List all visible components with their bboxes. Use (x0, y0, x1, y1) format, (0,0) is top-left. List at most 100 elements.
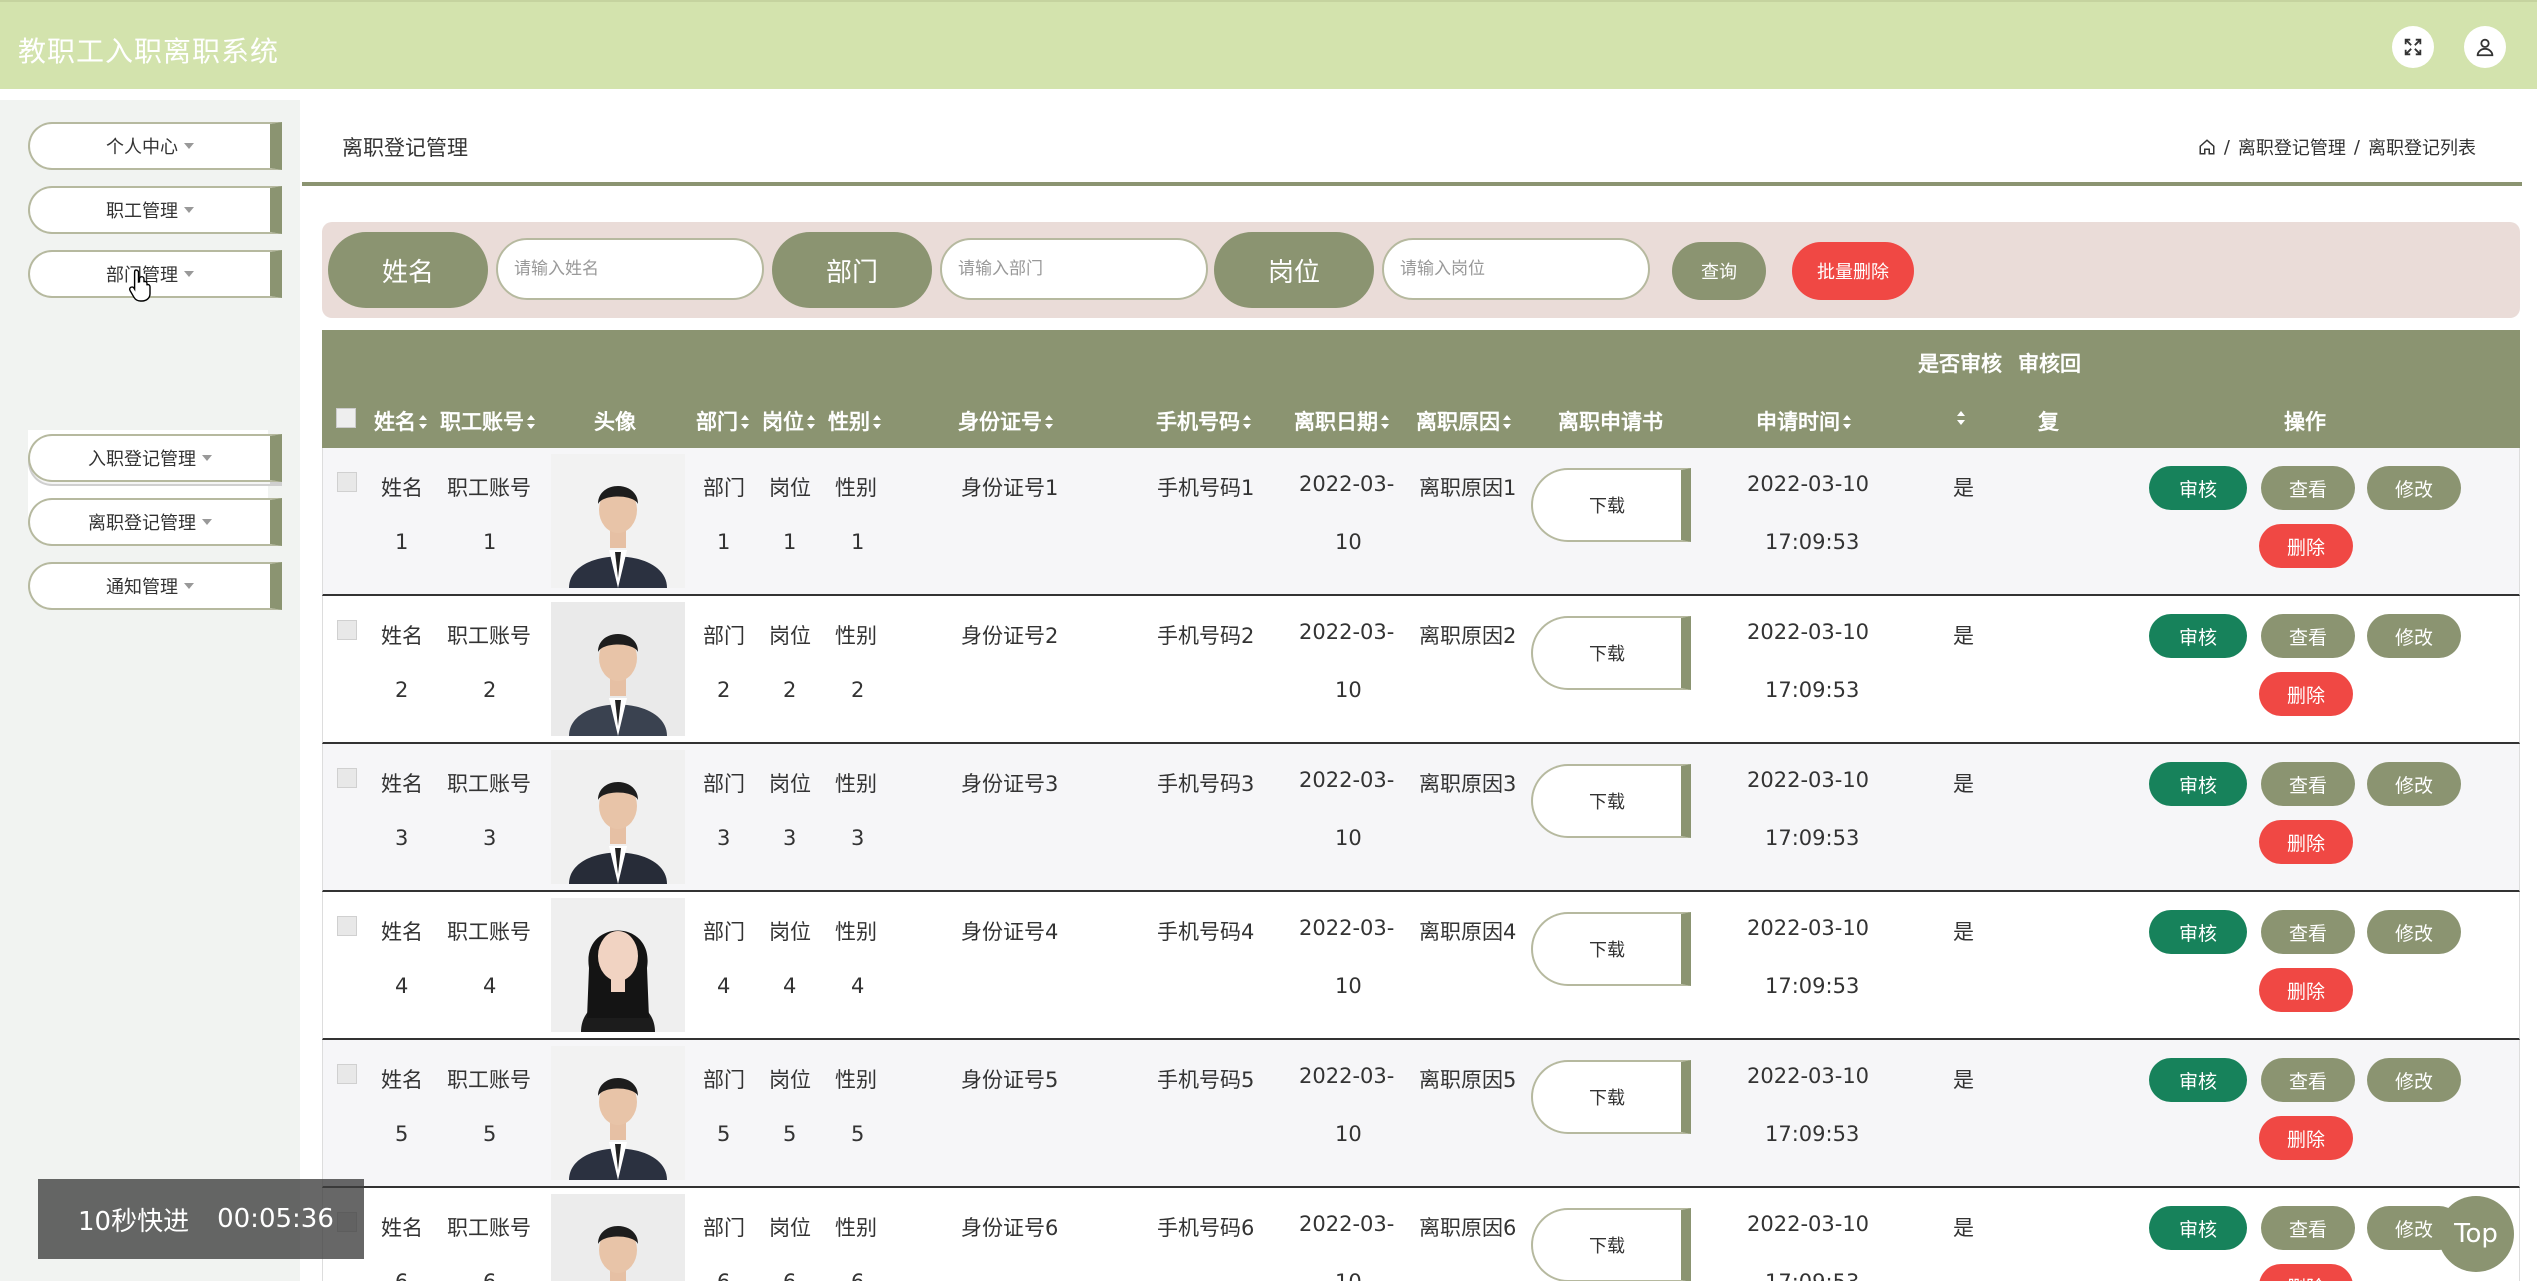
cell-apply-time: 17:09:53 (1765, 530, 1860, 554)
cell-post-index: 4 (783, 974, 797, 998)
select-all-checkbox[interactable] (336, 408, 356, 428)
header-leave-reason[interactable]: 离职原因 (1416, 406, 1512, 436)
row-checkbox[interactable] (337, 472, 357, 492)
row-checkbox[interactable] (337, 620, 357, 640)
sort-icon (1380, 411, 1390, 435)
delete-button[interactable]: 删除 (2259, 672, 2353, 716)
fullscreen-icon (2404, 38, 2422, 56)
audit-button[interactable]: 审核 (2149, 762, 2247, 806)
header-account[interactable]: 职工账号 (440, 406, 536, 436)
cell-post: 岗位 (769, 1216, 811, 1240)
batch-delete-button[interactable]: 批量删除 (1792, 242, 1914, 300)
sidebar-item-onboarding[interactable]: 入职登记管理 (28, 434, 282, 482)
delete-button[interactable]: 删除 (2259, 524, 2353, 568)
cell-leave-reason: 离职原因1 (1419, 476, 1517, 500)
user-profile-button[interactable] (2464, 26, 2506, 68)
cell-account-index: 5 (483, 1122, 497, 1146)
header-application: 离职申请书 (1558, 410, 1663, 434)
header-dept[interactable]: 部门 (696, 406, 750, 436)
edit-button[interactable]: 修改 (2367, 762, 2461, 806)
cell-dept-index: 6 (717, 1270, 730, 1281)
sidebar-item-notice[interactable]: 通知管理 (28, 562, 282, 610)
cell-name-index: 5 (395, 1122, 409, 1146)
header-leave-date[interactable]: 离职日期 (1294, 406, 1390, 436)
download-button[interactable]: 下载 (1531, 1208, 1691, 1281)
cell-leave-reason: 离职原因2 (1419, 624, 1517, 648)
audit-button[interactable]: 审核 (2149, 910, 2247, 954)
download-button[interactable]: 下载 (1531, 764, 1691, 838)
cell-account: 职工账号 (447, 772, 531, 796)
view-button[interactable]: 查看 (2261, 1206, 2355, 1250)
header-phone[interactable]: 手机号码 (1156, 406, 1252, 436)
cell-leave-date: 2022-03- (1299, 472, 1395, 496)
avatar[interactable] (551, 898, 685, 1032)
cell-gender-index: 5 (851, 1122, 865, 1146)
audit-button[interactable]: 审核 (2149, 466, 2247, 510)
cell-name-index: 3 (395, 826, 409, 850)
audit-button[interactable]: 审核 (2149, 614, 2247, 658)
download-button[interactable]: 下载 (1531, 616, 1691, 690)
person-photo-icon (551, 454, 685, 588)
view-button[interactable]: 查看 (2261, 614, 2355, 658)
avatar[interactable] (551, 454, 685, 588)
video-skip-overlay[interactable]: 10秒快进 00:05:36 (38, 1179, 364, 1259)
download-button[interactable]: 下载 (1531, 468, 1691, 542)
view-button[interactable]: 查看 (2261, 910, 2355, 954)
row-checkbox[interactable] (337, 768, 357, 788)
sidebar-item-dept-management[interactable]: 部门管理 (28, 250, 282, 298)
sidebar-item-resignation[interactable]: 离职登记管理 (28, 498, 282, 546)
cell-audited: 是 (1953, 772, 1974, 796)
header-name[interactable]: 姓名 (374, 406, 428, 436)
row-checkbox[interactable] (337, 916, 357, 936)
avatar[interactable] (551, 602, 685, 736)
view-button[interactable]: 查看 (2261, 762, 2355, 806)
sort-icon (1502, 411, 1512, 435)
download-button[interactable]: 下载 (1531, 1060, 1691, 1134)
row-checkbox[interactable] (337, 1064, 357, 1084)
header-gender[interactable]: 性别 (828, 406, 882, 436)
edit-button[interactable]: 修改 (2367, 614, 2461, 658)
header-apply-time[interactable]: 申请时间 (1756, 406, 1852, 436)
header-post[interactable]: 岗位 (762, 406, 816, 436)
delete-button[interactable]: 删除 (2259, 820, 2353, 864)
sidebar-item-staff-management[interactable]: 职工管理 (28, 186, 282, 234)
edit-button[interactable]: 修改 (2367, 1058, 2461, 1102)
back-to-top-button[interactable]: Top (2438, 1196, 2514, 1272)
header-label: 性别 (828, 410, 870, 434)
header-label: 身份证号 (958, 410, 1042, 434)
home-icon[interactable] (2198, 138, 2216, 156)
edit-button[interactable]: 修改 (2367, 466, 2461, 510)
sidebar-item-personal-center[interactable]: 个人中心 (28, 122, 282, 170)
cell-name: 姓名 (381, 920, 423, 944)
cell-account: 职工账号 (447, 476, 531, 500)
download-button[interactable]: 下载 (1531, 912, 1691, 986)
delete-button[interactable]: 删除 (2259, 1116, 2353, 1160)
name-search-input[interactable] (496, 238, 764, 300)
breadcrumb: / 离职登记管理 / 离职登记列表 (2198, 134, 2476, 160)
cell-gender-index: 4 (851, 974, 865, 998)
header-idcard[interactable]: 身份证号 (958, 406, 1054, 436)
cell-account: 职工账号 (447, 624, 531, 648)
avatar[interactable] (551, 1046, 685, 1180)
cell-post: 岗位 (769, 772, 811, 796)
table-row: 姓名 5 职工账号 5 部门 5 岗位 5 性别 5 身份证号5 手机号码5 2… (322, 1040, 2520, 1188)
cell-apply-date: 2022-03-10 (1747, 768, 1870, 792)
delete-button[interactable]: 删除 (2259, 1264, 2353, 1281)
delete-button[interactable]: 删除 (2259, 968, 2353, 1012)
fullscreen-button[interactable] (2392, 26, 2434, 68)
cell-audited: 是 (1953, 476, 1974, 500)
edit-button[interactable]: 修改 (2367, 910, 2461, 954)
audit-button[interactable]: 审核 (2149, 1058, 2247, 1102)
avatar[interactable] (551, 750, 685, 884)
avatar[interactable] (551, 1194, 685, 1281)
breadcrumb-item-resignation[interactable]: 离职登记管理 (2238, 134, 2346, 160)
post-search-input[interactable] (1382, 238, 1650, 300)
header-audited-sort[interactable] (1954, 406, 1966, 431)
view-button[interactable]: 查看 (2261, 1058, 2355, 1102)
cell-apply-time: 17:09:53 (1765, 678, 1860, 702)
view-button[interactable]: 查看 (2261, 466, 2355, 510)
dept-search-input[interactable] (940, 238, 1208, 300)
audit-button[interactable]: 审核 (2149, 1206, 2247, 1250)
query-button[interactable]: 查询 (1672, 242, 1766, 300)
cell-leave-date: 2022-03- (1299, 620, 1395, 644)
